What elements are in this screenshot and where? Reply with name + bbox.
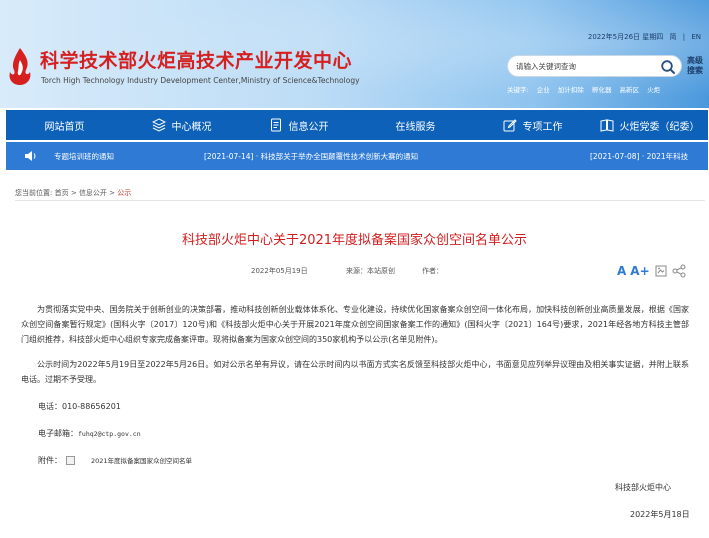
email-value[interactable]: fuhq2@ctp.gov.cn — [78, 430, 141, 438]
edit-icon — [503, 119, 517, 132]
sign-date: 2022年5月18日 — [630, 510, 690, 519]
keyword-link[interactable]: 孵化器 — [592, 86, 612, 94]
divider — [15, 200, 705, 201]
ticker-item[interactable]: [2021-07-14] · 科技部关于举办全国颠覆性技术创新大赛的通知 — [204, 151, 418, 162]
main-nav: 网站首页 中心概况 信息公开 在线服务 专项工作 火炬党委（纪委） — [6, 110, 708, 140]
breadcrumb-home[interactable]: 首页 — [55, 189, 69, 197]
breadcrumb-section[interactable]: 信息公开 — [79, 189, 107, 197]
share-icon[interactable] — [672, 264, 686, 278]
link-english[interactable]: EN — [691, 33, 701, 41]
article-tools: A A+ — [617, 262, 686, 278]
nav-label: 信息公开 — [288, 121, 329, 133]
breadcrumb-sep: > — [70, 189, 77, 197]
keywords-label: 关键字: — [507, 86, 529, 94]
nav-label: 火炬党委（纪委） — [619, 121, 700, 133]
contact-phone: 电话：010-88656201 — [38, 402, 121, 411]
topbar: 2022年5月26日 星期四 简 | EN — [584, 32, 701, 42]
keyword-link[interactable]: 火炬 — [647, 86, 660, 94]
site-header: 科学技术部火炬高技术产业开发中心 Torch High Technology I… — [0, 0, 709, 108]
torch-logo-icon — [9, 48, 31, 85]
site-subtitle: Torch High Technology Industry Developme… — [41, 76, 360, 85]
ticker-item[interactable]: 专题培训班的通知 — [54, 151, 114, 162]
nav-label: 专项工作 — [522, 121, 563, 133]
hot-keywords: 关键字: 企业 加计扣除 孵化器 高新区 火炬 — [507, 84, 666, 94]
nav-item-home[interactable]: 网站首页 — [6, 110, 123, 140]
document-icon — [270, 118, 281, 132]
attachment-row: 附件： 2021年度拟备案国家众创空间名单 — [38, 455, 192, 466]
nav-label: 网站首页 — [44, 121, 85, 133]
nav-item-info[interactable]: 信息公开 — [240, 110, 357, 140]
article-author: 作者： — [422, 267, 443, 275]
ticker-item[interactable]: [2021-07-08] · 2021年科技 — [590, 151, 700, 162]
speaker-icon — [25, 151, 36, 161]
nav-item-special[interactable]: 专项工作 — [474, 110, 591, 140]
keyword-link[interactable]: 高新区 — [620, 86, 640, 94]
advanced-search-link[interactable]: 高级搜索 — [687, 56, 707, 76]
attachment-icon — [66, 456, 75, 465]
breadcrumb: 您当前位置: 首页 > 信息公开 > 公示 — [15, 188, 131, 198]
font-increase-button[interactable]: A+ — [630, 264, 649, 278]
nav-item-about[interactable]: 中心概况 — [123, 110, 240, 140]
current-date: 2022年5月26日 星期四 — [587, 33, 664, 41]
email-label: 电子邮箱： — [38, 429, 78, 438]
article-title: 科技部火炬中心关于2021年度拟备案国家众创空间名单公示 — [181, 233, 528, 248]
layers-icon — [151, 118, 166, 132]
article-date: 2022年05月19日 — [251, 267, 308, 275]
nav-label: 中心概况 — [171, 121, 212, 133]
breadcrumb-current[interactable]: 公示 — [117, 189, 131, 197]
topbar-divider: | — [682, 33, 686, 41]
keyword-link[interactable]: 企业 — [537, 86, 550, 94]
search-box — [507, 55, 682, 77]
article-paragraph: 为贯彻落实党中央、国务院关于创新创业的决策部署，推动科技创新创业载体体系化、专业… — [21, 305, 689, 344]
article-paragraph: 公示时间为2022年5月19日至2022年5月26日。如对公示名单有异议，请在公… — [21, 360, 689, 384]
keyword-link[interactable]: 加计扣除 — [558, 86, 584, 94]
nav-label: 在线服务 — [395, 121, 436, 133]
nav-item-services[interactable]: 在线服务 — [357, 110, 474, 140]
search-icon[interactable] — [660, 59, 676, 75]
news-ticker: 专题培训班的通知 [2021-07-14] · 科技部关于举办全国颠覆性技术创新… — [6, 142, 708, 170]
article-source: 来源：本站原创 — [346, 267, 395, 275]
font-decrease-button[interactable]: A — [617, 264, 626, 278]
breadcrumb-label: 您当前位置: — [15, 189, 53, 197]
nav-item-party[interactable]: 火炬党委（纪委） — [591, 110, 708, 140]
contact-email: 电子邮箱：fuhq2@ctp.gov.cn — [38, 428, 141, 439]
site-title: 科学技术部火炬高技术产业开发中心 — [40, 50, 353, 72]
signature: 科技部火炬中心 — [615, 483, 671, 492]
attachment-link[interactable]: 2021年度拟备案国家众创空间名单 — [91, 457, 192, 465]
attachment-label: 附件： — [38, 456, 62, 465]
breadcrumb-sep: > — [109, 189, 116, 197]
link-simplified[interactable]: 简 — [670, 33, 677, 41]
search-input[interactable] — [516, 59, 656, 74]
book-icon — [600, 119, 613, 132]
print-icon[interactable] — [654, 264, 668, 278]
